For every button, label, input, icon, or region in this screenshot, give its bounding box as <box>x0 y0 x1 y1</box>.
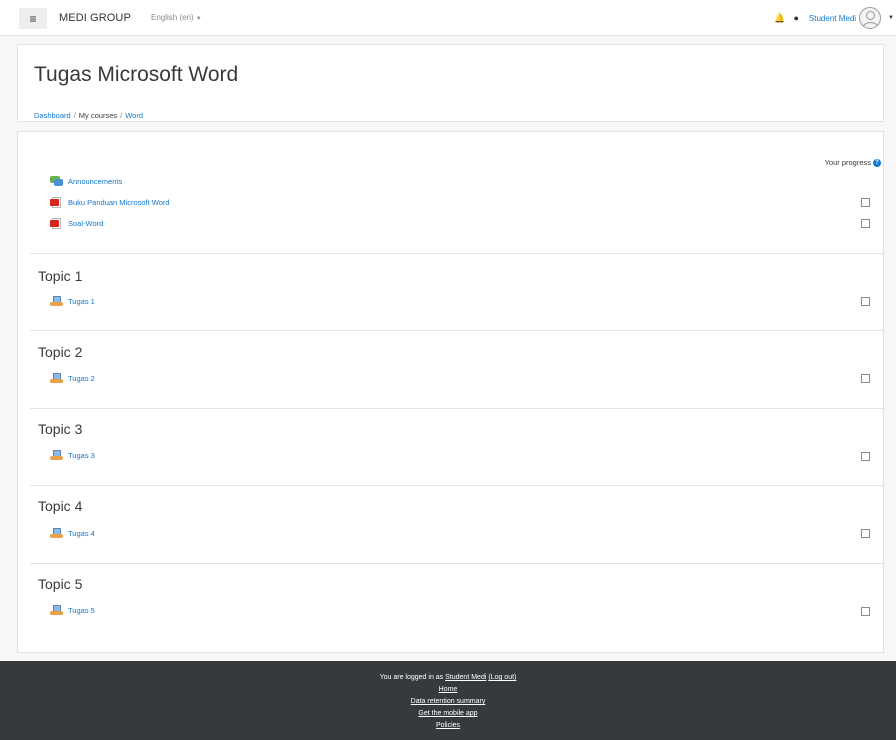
footer-home-link[interactable]: Home <box>439 686 458 693</box>
activity-tugas-1[interactable]: Tugas 1 <box>50 294 95 308</box>
activity-link[interactable]: Tugas 2 <box>68 374 95 383</box>
nav-drawer-toggle-button[interactable]: ≡ <box>19 8 47 29</box>
page-title: Tugas Microsoft Word <box>34 63 239 86</box>
user-menu-name[interactable]: Student Medi <box>809 14 856 23</box>
forum-icon <box>50 175 63 187</box>
breadcrumb-dashboard[interactable]: Dashboard <box>34 111 71 120</box>
avatar[interactable] <box>859 7 882 29</box>
pdf-icon <box>50 196 63 208</box>
activity-announcements[interactable]: Announcements <box>50 174 122 188</box>
completion-checkbox[interactable] <box>861 529 870 538</box>
assignment-icon <box>50 604 63 616</box>
section-divider <box>30 408 885 409</box>
breadcrumb-separator: / <box>73 111 76 120</box>
breadcrumb-separator: / <box>120 111 123 120</box>
help-icon[interactable]: ? <box>873 158 881 167</box>
section-title-topic-3: Topic 3 <box>38 421 83 437</box>
hamburger-icon: ≡ <box>29 11 37 26</box>
assignment-icon <box>50 295 63 307</box>
activity-link[interactable]: Tugas 4 <box>68 529 95 538</box>
activity-link[interactable]: Tugas 5 <box>68 606 95 615</box>
activity-tugas-2[interactable]: Tugas 2 <box>50 371 95 385</box>
course-content: Your progress ? Announcements Buku Pandu… <box>17 131 885 653</box>
footer-user-link[interactable]: Student Medi <box>445 674 486 681</box>
activity-soal-word[interactable]: Soal-Word <box>50 216 103 230</box>
policies-link[interactable]: Policies <box>436 722 460 729</box>
data-retention-link[interactable]: Data retention summary <box>411 698 486 705</box>
page-header: Tugas Microsoft Word Dashboard / My course… <box>17 44 884 122</box>
breadcrumb-my-courses[interactable]: My courses <box>79 111 117 120</box>
section-title-topic-4: Topic 4 <box>38 498 83 514</box>
progress-label: Your progress <box>824 158 871 167</box>
site-brand[interactable]: MEDI GROUP <box>59 12 131 24</box>
top-navbar: ≡ MEDI GROUP English (en) ▼ 🔔 ● Student M… <box>0 0 896 36</box>
activity-link[interactable]: Soal-Word <box>68 219 103 228</box>
activity-link[interactable]: Buku Panduan Microsoft Word <box>68 198 170 207</box>
completion-checkbox[interactable] <box>861 374 870 383</box>
mobile-app-link[interactable]: Get the mobile app <box>418 710 477 717</box>
assignment-icon <box>50 449 63 461</box>
activity-link[interactable]: Tugas 3 <box>68 451 95 460</box>
login-info: You are logged in as Student Medi (Log o… <box>0 674 896 681</box>
section-title-topic-5: Topic 5 <box>38 576 83 592</box>
user-menu-caret-icon[interactable]: ▼ <box>888 15 894 21</box>
section-title-topic-2: Topic 2 <box>38 344 83 360</box>
section-divider <box>30 563 885 564</box>
section-title-topic-1: Topic 1 <box>38 268 83 284</box>
completion-checkbox[interactable] <box>861 607 870 616</box>
completion-checkbox[interactable] <box>861 219 870 228</box>
completion-checkbox[interactable] <box>861 198 870 207</box>
activity-buku-panduan[interactable]: Buku Panduan Microsoft Word <box>50 195 170 209</box>
caret-down-icon: ▼ <box>195 16 202 22</box>
login-info-prefix: You are logged in as <box>379 674 444 681</box>
pdf-icon <box>50 217 63 229</box>
section-divider <box>30 253 885 254</box>
completion-checkbox[interactable] <box>861 452 870 461</box>
messages-chat-icon[interactable]: ● <box>793 13 798 23</box>
assignment-icon <box>50 527 63 539</box>
section-divider <box>30 330 885 331</box>
page-footer: You are logged in as Student Medi (Log o… <box>0 661 896 740</box>
activity-link[interactable]: Tugas 1 <box>68 297 95 306</box>
activity-tugas-5[interactable]: Tugas 5 <box>50 603 95 617</box>
breadcrumb-word[interactable]: Word <box>125 111 143 120</box>
activity-tugas-3[interactable]: Tugas 3 <box>50 448 95 462</box>
avatar-body-shape <box>862 22 880 28</box>
breadcrumb: Dashboard / My courses / Word <box>34 111 143 120</box>
language-label: English (en) <box>151 13 194 22</box>
notifications-bell-icon[interactable]: 🔔 <box>774 13 785 24</box>
language-menu[interactable]: English (en) ▼ <box>151 13 202 22</box>
activity-tugas-4[interactable]: Tugas 4 <box>50 526 95 540</box>
completion-checkbox[interactable] <box>861 297 870 306</box>
activity-link[interactable]: Announcements <box>68 177 122 186</box>
logout-link[interactable]: (Log out) <box>488 674 516 681</box>
your-progress: Your progress ? <box>825 158 881 167</box>
avatar-head-shape <box>866 11 876 20</box>
section-divider <box>30 485 885 486</box>
assignment-icon <box>50 372 63 384</box>
